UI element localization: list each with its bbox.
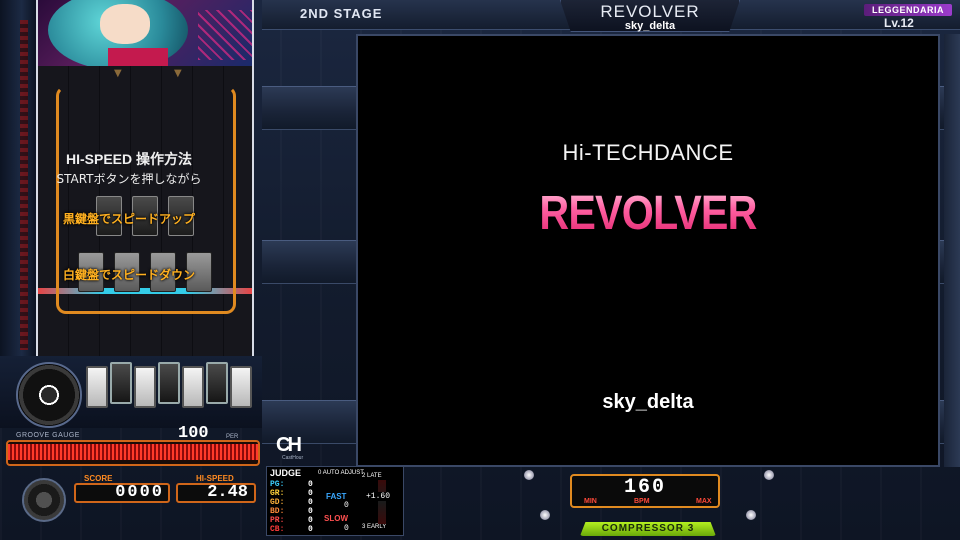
late-text: LATE	[367, 473, 382, 479]
movie-artist: sky_delta	[602, 391, 694, 413]
hispeed-guide-black-keys: 黒鍵盤でスピードアップ	[62, 212, 195, 226]
auto-adjust-label: 0 AUTO ADJUST	[318, 470, 364, 477]
judge-row-label: GD:	[270, 498, 285, 507]
groove-gauge-label: GROOVE GAUGE	[16, 432, 80, 439]
groove-gauge-fill	[8, 444, 258, 460]
auto-adjust-key: 0	[318, 470, 322, 476]
hispeed-guide-white-keys: 白鍵盤でスピードダウン	[62, 268, 195, 282]
character-sparkle	[198, 10, 252, 60]
hispeed-guide-heading: HI-SPEED 操作方法	[65, 151, 192, 167]
judge-row-count: 0	[308, 507, 313, 516]
early-key: 3	[362, 524, 366, 530]
bolt-icon	[746, 510, 756, 520]
stage-label: 2ND STAGE	[300, 6, 383, 21]
judge-heading: JUDGE	[270, 468, 302, 478]
judge-row-label: GR:	[270, 489, 285, 498]
judge-row-count: 0	[308, 498, 313, 507]
judge-row-count: 0	[308, 480, 313, 489]
judge-row-count: 0	[308, 516, 313, 525]
casthour-logo-subtitle: CastHour	[282, 455, 304, 461]
judge-row: GR: 0	[270, 489, 320, 498]
movie-genre: Hi-TECHDANCE	[562, 140, 734, 165]
turntable[interactable]	[16, 362, 82, 428]
auto-adjust-text: AUTO ADJUST	[322, 470, 364, 476]
lane-arrow-icon: ▼	[114, 68, 122, 79]
timing-meter	[378, 480, 386, 524]
late-key: 2	[362, 473, 366, 479]
bpm-min-label: MIN	[584, 498, 597, 505]
hispeed-label: HI-SPEED	[196, 474, 234, 483]
key-4[interactable]	[158, 362, 180, 404]
judge-row-label: BD:	[270, 507, 285, 516]
score-display: 0000	[74, 483, 170, 503]
compressor-badge: COMPRESSOR 3	[580, 522, 716, 536]
key-2[interactable]	[110, 362, 132, 404]
bolt-icon	[540, 510, 550, 520]
character-dress	[108, 48, 168, 66]
slow-count: 0	[344, 524, 349, 533]
level-label: Lv.12	[884, 16, 914, 30]
judge-row-label: PG:	[270, 480, 285, 489]
judge-row: PG: 0	[270, 480, 320, 489]
song-title: REVOLVER	[600, 2, 700, 21]
early-text: EARLY	[367, 524, 387, 530]
key-6[interactable]	[206, 362, 228, 404]
judge-row: CB: 0	[270, 525, 320, 534]
song-artist: sky_delta	[624, 20, 676, 32]
hispeed-display: 2.48	[176, 483, 256, 503]
character-art	[38, 0, 252, 66]
early-label: 3 EARLY	[362, 524, 386, 530]
movie-title: REVOLVER	[399, 186, 898, 241]
bolt-icon	[764, 470, 774, 480]
judge-row-label: CB:	[270, 525, 285, 534]
character-face	[100, 4, 150, 44]
rail-lights	[20, 20, 28, 350]
judge-row: PR: 0	[270, 516, 320, 525]
fast-label: FAST	[326, 492, 347, 501]
fast-count: 0	[344, 501, 349, 510]
key-3[interactable]	[134, 366, 156, 408]
key-7[interactable]	[230, 366, 252, 408]
timing-offset: +1.60	[366, 492, 391, 501]
hispeed-guide-instruction: STARTボタンを押しながら	[56, 172, 202, 186]
bpm-max-label: MAX	[696, 498, 712, 505]
lane-arrow-icon: ▼	[174, 68, 182, 79]
key-1[interactable]	[86, 366, 108, 408]
bolt-icon	[524, 470, 534, 480]
slow-label: SLOW	[324, 514, 348, 523]
judge-row-label: PR:	[270, 516, 285, 525]
bpm-value: 160	[623, 476, 666, 499]
left-rail	[0, 0, 36, 360]
speaker-icon	[22, 478, 66, 522]
judge-row-count: 0	[308, 489, 313, 498]
late-label: 2 LATE	[362, 473, 382, 479]
movie-panel: Hi-TECHDANCE REVOLVER sky_delta	[356, 34, 940, 467]
difficulty-badge: LEGGENDARIA	[864, 4, 952, 16]
score-label: SCORE	[84, 474, 113, 483]
judge-row: GD: 0	[270, 498, 320, 507]
key-5[interactable]	[182, 366, 204, 408]
judge-row-count: 0	[308, 525, 313, 534]
judge-row: BD: 0	[270, 507, 320, 516]
bpm-unit: BPM	[634, 498, 650, 505]
right-frame	[944, 34, 960, 467]
